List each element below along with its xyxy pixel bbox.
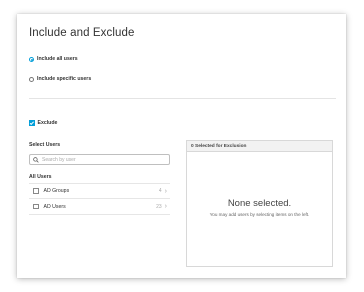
include-all-users-radio[interactable]: Include all users — [29, 56, 78, 62]
checkbox-checked-icon[interactable] — [29, 120, 35, 126]
exclude-label: Exclude — [37, 120, 58, 126]
include-exclude-card: Include and Exclude Include all users In… — [17, 14, 346, 278]
include-specific-users-radio[interactable]: Include specific users — [29, 76, 91, 82]
user-search-box[interactable] — [29, 154, 170, 165]
chevron-right-icon[interactable]: › — [165, 203, 167, 210]
radio-selected-icon[interactable] — [29, 56, 34, 62]
include-specific-users-label: Include specific users — [37, 76, 92, 82]
exclude-checkbox[interactable]: Exclude — [29, 120, 57, 126]
empty-state-hint: You may add users by selecting items on … — [209, 212, 310, 217]
list-item-label: AD Groups — [43, 188, 70, 194]
page-title: Include and Exclude — [29, 27, 135, 39]
list-item-count: 4 — [158, 188, 162, 194]
search-icon — [33, 156, 39, 163]
list-item-count: 23 — [156, 203, 162, 210]
section-divider — [29, 98, 336, 99]
checkbox-icon[interactable] — [33, 188, 39, 194]
all-users-heading: All Users — [29, 174, 52, 180]
radio-unselected-icon[interactable] — [29, 76, 34, 82]
select-users-label: Select Users — [29, 142, 61, 148]
chevron-right-icon[interactable]: › — [165, 188, 167, 195]
list-item-ad-users[interactable]: AD Users 23 › — [29, 199, 170, 215]
search-input[interactable] — [42, 156, 162, 163]
empty-state-title: None selected. — [227, 198, 292, 209]
exclusion-selection-panel: 0 Selected for Exclusion None selected. … — [186, 140, 333, 267]
include-all-users-label: Include all users — [37, 56, 78, 62]
checkbox-icon[interactable] — [33, 203, 39, 210]
panel-header: 0 Selected for Exclusion — [187, 141, 332, 152]
list-item-ad-groups[interactable]: AD Groups 4 › — [29, 183, 170, 199]
list-item-label: AD Users — [43, 203, 66, 210]
